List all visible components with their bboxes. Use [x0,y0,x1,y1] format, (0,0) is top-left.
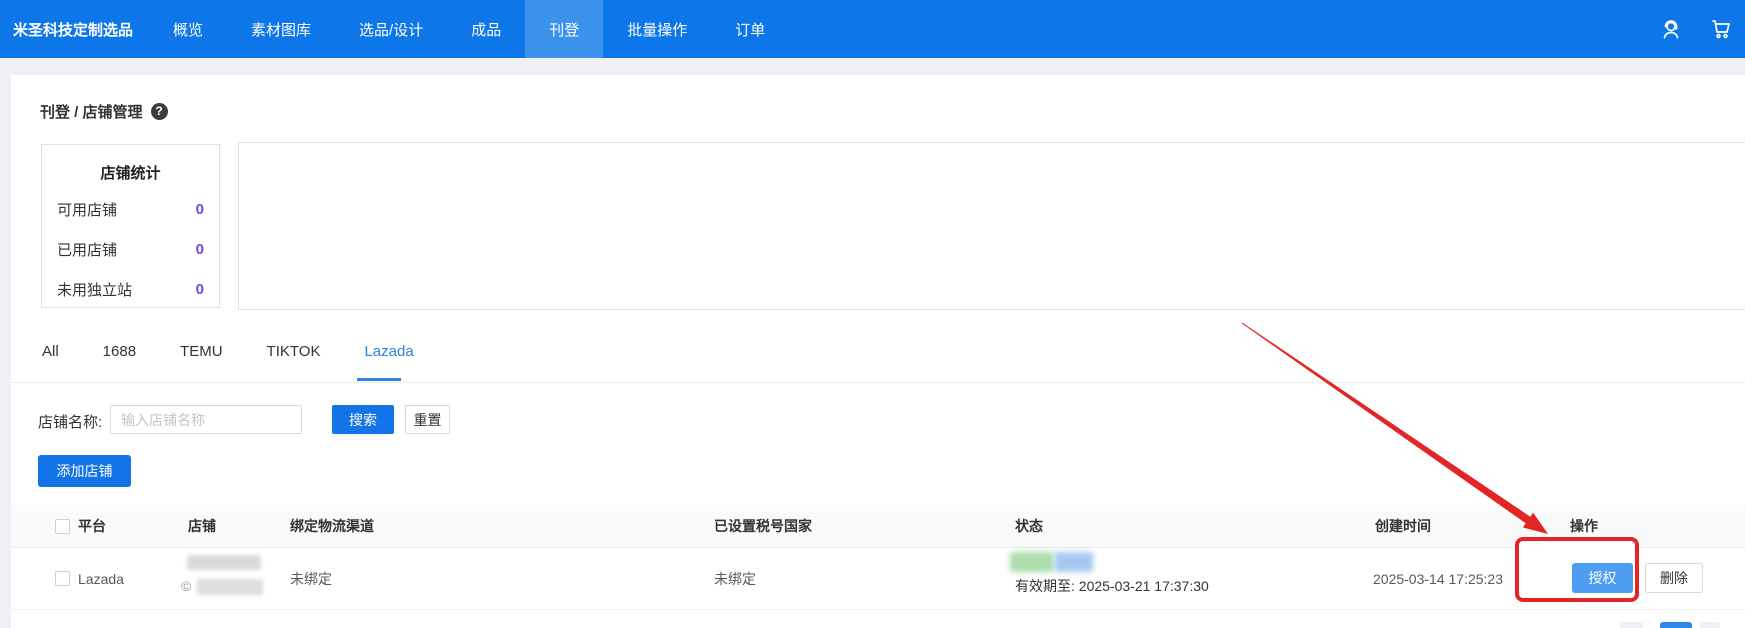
tab-all[interactable]: All [42,343,59,374]
nav-item-orders[interactable]: 订单 [711,0,789,58]
redacted-status-badge-blue [1055,552,1093,572]
col-platform: 平台 [78,505,106,548]
stat-value: 0 [196,241,204,258]
nav-item-publish[interactable]: 刊登 [525,0,603,58]
nav-right-icons [1659,0,1745,58]
stat-row-available: 可用店铺 0 [57,199,204,220]
nav-item-selection-design[interactable]: 选品/设计 [335,0,447,58]
redacted-shop-name-line2 [197,579,263,595]
cell-tax-country: 未绑定 [714,548,756,610]
empty-panel [238,142,1745,310]
reset-button[interactable]: 重置 [405,405,450,434]
nav-item-batch-operations[interactable]: 批量操作 [603,0,711,58]
nav-brand[interactable]: 米圣科技定制选品 [0,0,149,58]
cell-logistics: 未绑定 [290,548,332,610]
pagination-current-page[interactable] [1660,622,1692,628]
col-shop: 店铺 [188,505,216,548]
tabs-divider [11,382,1745,383]
tab-1688[interactable]: 1688 [103,343,136,374]
stat-value: 0 [196,281,204,298]
shop-name-label: 店铺名称: [38,411,102,432]
table-header: 平台 店铺 绑定物流渠道 已设置税号国家 状态 创建时间 操作 [11,505,1745,548]
stat-value: 0 [196,201,204,218]
delete-button[interactable]: 删除 [1645,563,1703,593]
tab-tiktok[interactable]: TIKTOK [267,343,321,374]
customer-service-icon[interactable] [1659,17,1683,41]
col-status: 状态 [1015,505,1043,548]
row-actions: 授权 删除 [1572,563,1703,593]
stat-label: 未用独立站 [57,279,132,300]
top-nav: 米圣科技定制选品 概览 素材图库 选品/设计 成品 刊登 批量操作 订单 [0,0,1745,58]
col-tax-country: 已设置税号国家 [714,505,812,548]
shop-stats-panel: 店铺统计 可用店铺 0 已用店铺 0 未用独立站 0 [41,144,220,308]
redacted-status-badge-green [1010,552,1054,572]
select-all-checkbox[interactable] [55,519,70,534]
stats-title: 店铺统计 [57,162,204,183]
cell-status-expiry: 有效期至: 2025-03-21 17:37:30 [1015,576,1209,596]
table-row: Lazada © 未绑定 未绑定 有效期至: 2025-03-21 17:37:… [11,548,1745,610]
redacted-shop-name-hint: © [181,578,191,594]
add-shop-button[interactable]: 添加店铺 [38,455,131,487]
platform-tabs: All 1688 TEMU TIKTOK Lazada [42,343,414,374]
col-created: 创建时间 [1375,505,1431,548]
content-card: 刊登 / 店铺管理 ? 店铺统计 可用店铺 0 已用店铺 0 未用独立站 0 A… [11,75,1745,628]
nav-item-finished-products[interactable]: 成品 [447,0,525,58]
tab-lazada[interactable]: Lazada [364,343,413,374]
nav-item-material-library[interactable]: 素材图库 [227,0,335,58]
row-checkbox[interactable] [55,571,70,586]
search-button[interactable]: 搜索 [332,405,394,434]
authorize-button[interactable]: 授权 [1572,563,1633,593]
col-logistics: 绑定物流渠道 [290,505,374,548]
active-tab-underline [357,378,401,381]
cell-platform: Lazada [78,548,124,610]
redacted-status-badges [1010,552,1093,572]
redacted-shop-name-line1 [187,555,261,570]
tab-temu[interactable]: TEMU [180,343,223,374]
breadcrumb-text: 刊登 / 店铺管理 [40,101,143,122]
pagination-prev-button[interactable] [1620,622,1643,628]
stat-label: 可用店铺 [57,199,117,220]
shopping-cart-icon[interactable] [1709,17,1733,41]
breadcrumb: 刊登 / 店铺管理 ? [40,101,168,121]
cell-created-at: 2025-03-14 17:25:23 [1373,548,1503,610]
stat-row-used: 已用店铺 0 [57,239,204,260]
help-icon[interactable]: ? [151,103,168,120]
stat-row-unused-sites: 未用独立站 0 [57,279,204,300]
pagination-next-button[interactable] [1700,622,1720,628]
shop-name-input[interactable] [110,405,302,434]
nav-item-overview[interactable]: 概览 [149,0,227,58]
stat-label: 已用店铺 [57,239,117,260]
